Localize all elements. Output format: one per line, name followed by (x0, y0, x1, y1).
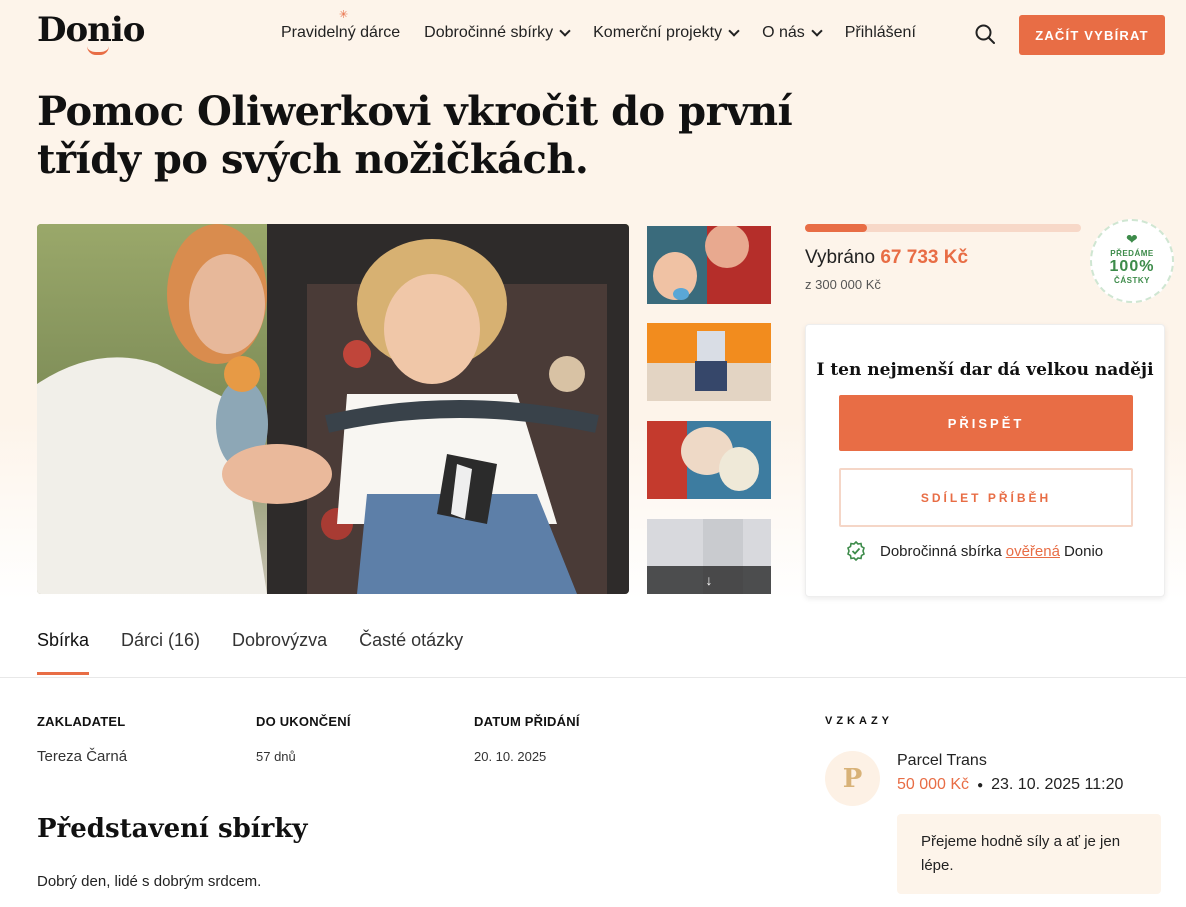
nav-login[interactable]: Přihlášení (845, 24, 916, 42)
start-fundraising-button[interactable]: ZAČÍT VYBÍRAT (1019, 15, 1165, 55)
verified-notice: Dobročinná sbírka ověřená Donio (846, 541, 1103, 561)
nav-regular-donor[interactable]: ✳ Pravidelný dárce (281, 9, 401, 42)
donate-button[interactable]: PŘISPĚT (839, 395, 1133, 451)
avatar: P (825, 751, 880, 806)
messages-heading: VZKAZY (825, 715, 893, 727)
verified-suffix: Donio (1063, 542, 1104, 560)
donation-amount: 50 000 Kč (897, 776, 970, 793)
chevron-down-icon (728, 25, 740, 37)
gallery-thumbnail[interactable] (647, 323, 771, 401)
gallery-more-button[interactable]: ↓ (647, 566, 771, 594)
nav-label: O nás (762, 24, 805, 41)
date-added-value: 20. 10. 2025 (474, 749, 547, 764)
nav-label: Přihlášení (844, 24, 916, 41)
site-header: Donio ✳ Pravidelný dárce Dobročinné sbír… (0, 0, 1186, 70)
nav-label: Komerční projekty (593, 24, 723, 41)
main-photo[interactable] (37, 224, 629, 594)
page-title: Pomoc Oliwerkovi vkročit do první třídy … (37, 88, 793, 183)
founder-label: ZAKLADATEL (37, 714, 126, 729)
badge-line-1: PŘEDÁME (1110, 249, 1154, 258)
nav-label: Pravidelný dárce (281, 24, 401, 41)
donation-datetime: 23. 10. 2025 11:20 (991, 776, 1124, 793)
nav-commercial-projects[interactable]: Komerční projekty (593, 24, 740, 42)
separator-dot: ● (977, 779, 984, 791)
donor-name: Parcel Trans (897, 752, 987, 769)
sparkle-icon: ✳ (339, 9, 349, 21)
badge-line-3: ČÁSTKY (1114, 276, 1150, 285)
intro-heading: Představení sbírky (37, 814, 308, 844)
nav-about-us[interactable]: O nás (762, 24, 823, 42)
gallery-thumbnail[interactable] (647, 226, 771, 304)
tab-challenge[interactable]: Dobrovýzva (232, 630, 327, 675)
heart-hand-icon: ❤ (1126, 231, 1138, 247)
funding-progress-bar (805, 224, 1081, 232)
verified-link[interactable]: ověřená (1006, 543, 1060, 560)
raised-label: Vybráno (805, 247, 876, 268)
end-label: DO UKONČENÍ (256, 714, 351, 729)
date-added-label: DATUM PŘIDÁNÍ (474, 714, 580, 729)
message-text: Přejeme hodně síly a ať je jen lépe. (897, 814, 1161, 894)
tab-collection[interactable]: Sbírka (37, 630, 90, 675)
nav-label: Dobročinné sbírky (424, 24, 554, 41)
verified-badge-icon (847, 541, 865, 561)
donate-card-title: I ten nejmenší dar dá velkou naději (816, 360, 1154, 380)
campaign-tabs: Sbírka Dárci (16) Dobrovýzva Časté otázk… (37, 630, 495, 675)
main-nav: ✳ Pravidelný dárce Dobročinné sbírky Kom… (281, 9, 940, 42)
donate-card: I ten nejmenší dar dá velkou naději PŘIS… (805, 324, 1165, 597)
nav-charity-collections[interactable]: Dobročinné sbírky (424, 24, 571, 42)
hundred-percent-badge: ❤ PŘEDÁME 100% ČÁSTKY (1090, 219, 1174, 303)
tabs-divider (0, 677, 1186, 678)
founder-value[interactable]: Tereza Čarná (37, 748, 127, 765)
donio-logo[interactable]: Donio (37, 10, 145, 50)
funding-goal: z 300 000 Kč (805, 277, 881, 292)
chevron-down-icon (811, 25, 823, 37)
intro-text: Dobrý den, lidé s dobrým srdcem. (37, 873, 262, 890)
donation-info: 50 000 Kč ● 23. 10. 2025 11:20 (897, 776, 1123, 794)
search-icon[interactable] (975, 24, 995, 44)
tab-faq[interactable]: Časté otázky (359, 630, 463, 675)
share-story-button[interactable]: SDÍLET PŘÍBĚH (839, 468, 1133, 527)
tab-donors[interactable]: Dárci (16) (121, 630, 200, 675)
raised-summary: Vybráno 67 733 Kč (805, 247, 968, 269)
gallery-thumbnail[interactable]: ↓ (647, 519, 771, 594)
chevron-down-icon (559, 25, 571, 37)
funding-progress-fill (805, 224, 868, 232)
badge-line-2: 100% (1109, 258, 1155, 275)
end-value: 57 dnů (256, 749, 296, 764)
logo-smile-mark (87, 46, 109, 55)
gallery-thumbnail[interactable] (647, 421, 771, 499)
raised-amount: 67 733 Kč (880, 247, 969, 268)
arrow-down-icon: ↓ (705, 572, 713, 588)
verified-prefix: Dobročinná sbírka (880, 542, 1002, 560)
